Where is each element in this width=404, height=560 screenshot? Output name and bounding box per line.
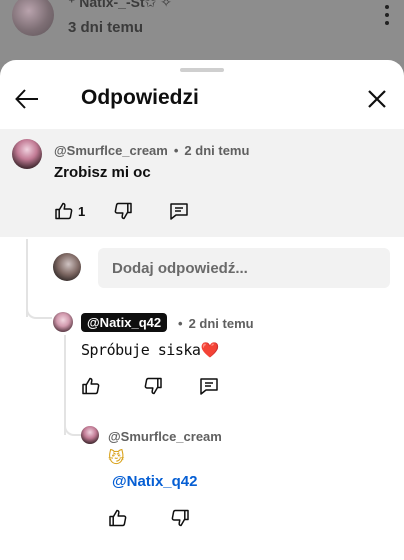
reply-input[interactable]: Dodaj odpowiedź... [98, 248, 390, 288]
thumbs-up-icon [55, 202, 73, 220]
close-icon[interactable] [366, 88, 388, 110]
current-user-avatar [53, 253, 81, 281]
parent-comment: @Smurflce_cream • 2 dni temu Zrobisz mi oc… [0, 129, 404, 237]
comment-meta: @Smurflce_cream • 2 dni temu [54, 143, 249, 158]
replies-sheet: Odpowiedzi @Smurflce_cream • 2 dni temu Zr… [0, 60, 404, 560]
reply-button[interactable] [199, 376, 219, 396]
meta-separator: • [173, 143, 179, 158]
like-count: 1 [78, 203, 86, 219]
background-time: 3 dni temu [68, 19, 144, 36]
comment-text: Zrobisz mi oc [54, 164, 151, 181]
dislike-button[interactable] [143, 376, 163, 396]
comment-actions [108, 508, 190, 528]
comment-text: Spróbuje siska❤️ [81, 341, 219, 359]
page-title: Odpowiedzi [81, 86, 199, 109]
thread-line [64, 335, 66, 435]
reply-button[interactable] [169, 201, 189, 221]
thumbs-down-icon [114, 202, 132, 220]
avatar[interactable] [81, 426, 99, 444]
dislike-button[interactable] [170, 508, 190, 528]
comment-icon [170, 203, 188, 220]
mention-link[interactable]: @Natix_q42 [112, 473, 198, 490]
creator-author-chip[interactable]: @Natix_q42 [81, 313, 168, 332]
comment-author[interactable]: @Smurflce_cream [54, 143, 168, 158]
reply-text: Spróbuje siska [81, 341, 201, 359]
comment-time: 2 dni temu [188, 316, 254, 331]
background-author: ⁺ Natix-_-St✩ ✧ [68, 0, 172, 10]
comment-author[interactable]: @Smurflce_cream [108, 429, 222, 444]
avatar[interactable] [53, 312, 73, 332]
back-arrow-icon[interactable] [14, 86, 40, 112]
background-avatar [12, 0, 54, 36]
comment-icon [200, 378, 218, 395]
heart-emoji: ❤️ [200, 341, 219, 359]
comment-time: 2 dni temu [184, 143, 250, 158]
more-menu-icon[interactable] [384, 5, 390, 25]
comment-actions: 1 [54, 201, 189, 221]
thumbs-up-icon [109, 509, 127, 527]
like-button[interactable]: 1 [54, 201, 85, 221]
cat-emoji: 😼 [108, 448, 125, 467]
dislike-button[interactable] [113, 201, 133, 221]
thumbs-up-icon [82, 377, 100, 395]
background-comment: ⁺ Natix-_-St✩ ✧ 3 dni temu [0, 0, 404, 62]
thumbs-down-icon [144, 377, 162, 395]
sheet-header: Odpowiedzi [0, 72, 404, 124]
like-button[interactable] [81, 376, 101, 396]
thread-connector [26, 305, 52, 319]
comment-meta: • 2 dni temu [178, 316, 254, 331]
thumbs-down-icon [171, 509, 189, 527]
meta-separator: • [178, 316, 183, 331]
comment-actions [81, 376, 219, 396]
like-button[interactable] [108, 508, 128, 528]
avatar[interactable] [12, 139, 42, 169]
